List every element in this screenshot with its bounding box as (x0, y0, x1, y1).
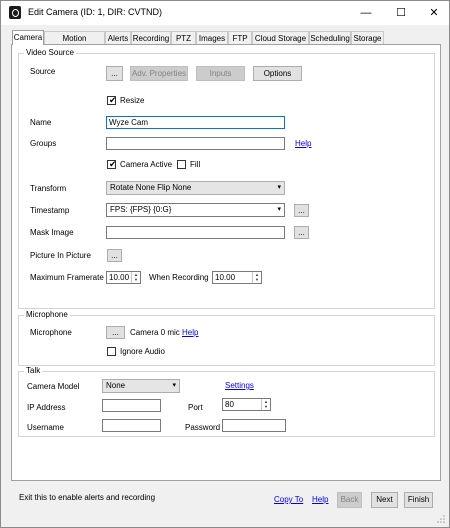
tab-motion-detection[interactable]: Motion Detection (44, 31, 105, 56)
finish-button[interactable]: Finish (404, 492, 433, 508)
groups-field[interactable] (106, 137, 285, 150)
fill-label: Fill (190, 160, 201, 169)
spin-arrows-icon[interactable]: ▲ ▼ (131, 272, 140, 283)
max-framerate-value: 10.00 (109, 273, 130, 282)
username-field[interactable] (102, 419, 161, 432)
title-bar: Edit Camera (ID: 1, DIR: CVTND) — ☐ ✕ (1, 1, 449, 25)
timestamp-combo[interactable]: FPS: {FPS} {0:G} ▾ (106, 203, 285, 217)
check-icon: ✔ (109, 95, 117, 105)
tab-recording[interactable]: Recording (131, 31, 171, 44)
port-stepper[interactable]: 80 ▲ ▼ (222, 398, 271, 411)
timestamp-browse-button[interactable]: ... (294, 204, 309, 217)
mask-image-field[interactable] (106, 226, 285, 239)
window-title: Edit Camera (ID: 1, DIR: CVTND) (28, 7, 163, 17)
camera-model-label: Camera Model (27, 382, 80, 391)
resize-label: Resize (120, 96, 145, 105)
talk-title: Talk (24, 366, 43, 375)
minimize-button[interactable]: — (356, 5, 376, 21)
name-label: Name (30, 118, 52, 127)
microphone-device: Camera 0 mic (130, 328, 180, 337)
groups-label: Groups (30, 139, 57, 148)
mask-image-browse-button[interactable]: ... (294, 226, 309, 239)
password-field[interactable] (222, 419, 286, 432)
camera-active-checkbox[interactable]: ✔ (107, 159, 117, 169)
next-button[interactable]: Next (371, 492, 398, 508)
fill-checkbox[interactable] (177, 160, 186, 169)
spin-arrows-icon[interactable]: ▲ ▼ (252, 272, 261, 283)
transform-label: Transform (30, 184, 67, 193)
back-button[interactable]: Back (337, 492, 362, 508)
microphone-label: Microphone (30, 328, 72, 337)
tab-camera[interactable]: Camera (12, 30, 44, 45)
resize-grip-icon[interactable] (436, 514, 446, 524)
timestamp-value: FPS: {FPS} {0:G} (110, 205, 172, 214)
tab-scheduling[interactable]: Scheduling (309, 31, 351, 44)
transform-value: Rotate None Flip None (110, 183, 192, 192)
camera-model-value: None (106, 381, 126, 390)
chevron-down-icon: ▾ (277, 206, 281, 213)
camera-active-label: Camera Active (120, 160, 173, 169)
timestamp-label: Timestamp (30, 206, 70, 215)
footer-help-link[interactable]: Help (312, 495, 328, 504)
chevron-down-icon: ▾ (277, 184, 281, 191)
tab-alerts[interactable]: Alerts (105, 31, 131, 44)
options-button[interactable]: Options (253, 66, 302, 81)
ignore-audio-label: Ignore Audio (120, 347, 165, 356)
microphone-group: Microphone (18, 310, 435, 366)
talk-settings-link[interactable]: Settings (225, 381, 254, 390)
mask-image-label: Mask Image (30, 228, 74, 237)
chevron-down-icon: ▾ (172, 382, 176, 389)
ip-address-field[interactable] (102, 399, 161, 412)
ignore-audio-checkbox[interactable] (107, 347, 116, 356)
transform-select[interactable]: Rotate None Flip None ▾ (106, 181, 285, 195)
when-recording-value: 10.00 (215, 273, 236, 282)
status-message: Exit this to enable alerts and recording (19, 493, 156, 502)
port-label: Port (188, 403, 203, 412)
pip-label: Picture In Picture (30, 251, 91, 260)
tab-panel-camera: Video Source Source ... Adv. Properties … (11, 44, 441, 481)
adv-properties-button[interactable]: Adv. Properties (130, 66, 188, 81)
port-value: 80 (225, 400, 234, 409)
tab-images[interactable]: Images (196, 31, 228, 44)
inputs-button[interactable]: Inputs (196, 66, 245, 81)
password-label: Password (185, 423, 221, 432)
max-framerate-stepper[interactable]: 10.00 ▲ ▼ (106, 271, 141, 284)
tab-cloud-storage[interactable]: Cloud Storage (252, 31, 309, 44)
name-field[interactable]: Wyze Cam (106, 116, 285, 129)
resize-checkbox[interactable]: ✔ (107, 95, 117, 105)
when-recording-stepper[interactable]: 10.00 ▲ ▼ (212, 271, 262, 284)
edit-camera-window: Edit Camera (ID: 1, DIR: CVTND) — ☐ ✕ Ca… (0, 0, 450, 528)
max-framerate-label: Maximum Framerate (30, 273, 104, 282)
copy-to-link[interactable]: Copy To (274, 495, 303, 504)
tab-ftp[interactable]: FTP (228, 31, 252, 44)
camera-model-select[interactable]: None ▾ (102, 379, 180, 393)
close-button[interactable]: ✕ (424, 5, 444, 21)
camera-app-icon (9, 6, 21, 19)
check-icon: ✔ (109, 159, 117, 169)
video-source-title: Video Source (24, 48, 76, 57)
source-label: Source (30, 67, 56, 76)
spin-arrows-icon[interactable]: ▲ ▼ (261, 399, 270, 410)
source-browse-button[interactable]: ... (106, 66, 123, 81)
tab-ptz[interactable]: PTZ (171, 31, 196, 44)
groups-help-link[interactable]: Help (295, 139, 311, 148)
username-label: Username (27, 423, 64, 432)
ip-address-label: IP Address (27, 403, 66, 412)
when-recording-label: When Recording (149, 273, 209, 282)
microphone-title: Microphone (24, 310, 70, 319)
pip-browse-button[interactable]: ... (107, 249, 122, 262)
microphone-help-link[interactable]: Help (182, 328, 198, 337)
tab-storage[interactable]: Storage (351, 31, 384, 44)
microphone-browse-button[interactable]: ... (106, 326, 125, 339)
maximize-button[interactable]: ☐ (391, 5, 411, 21)
